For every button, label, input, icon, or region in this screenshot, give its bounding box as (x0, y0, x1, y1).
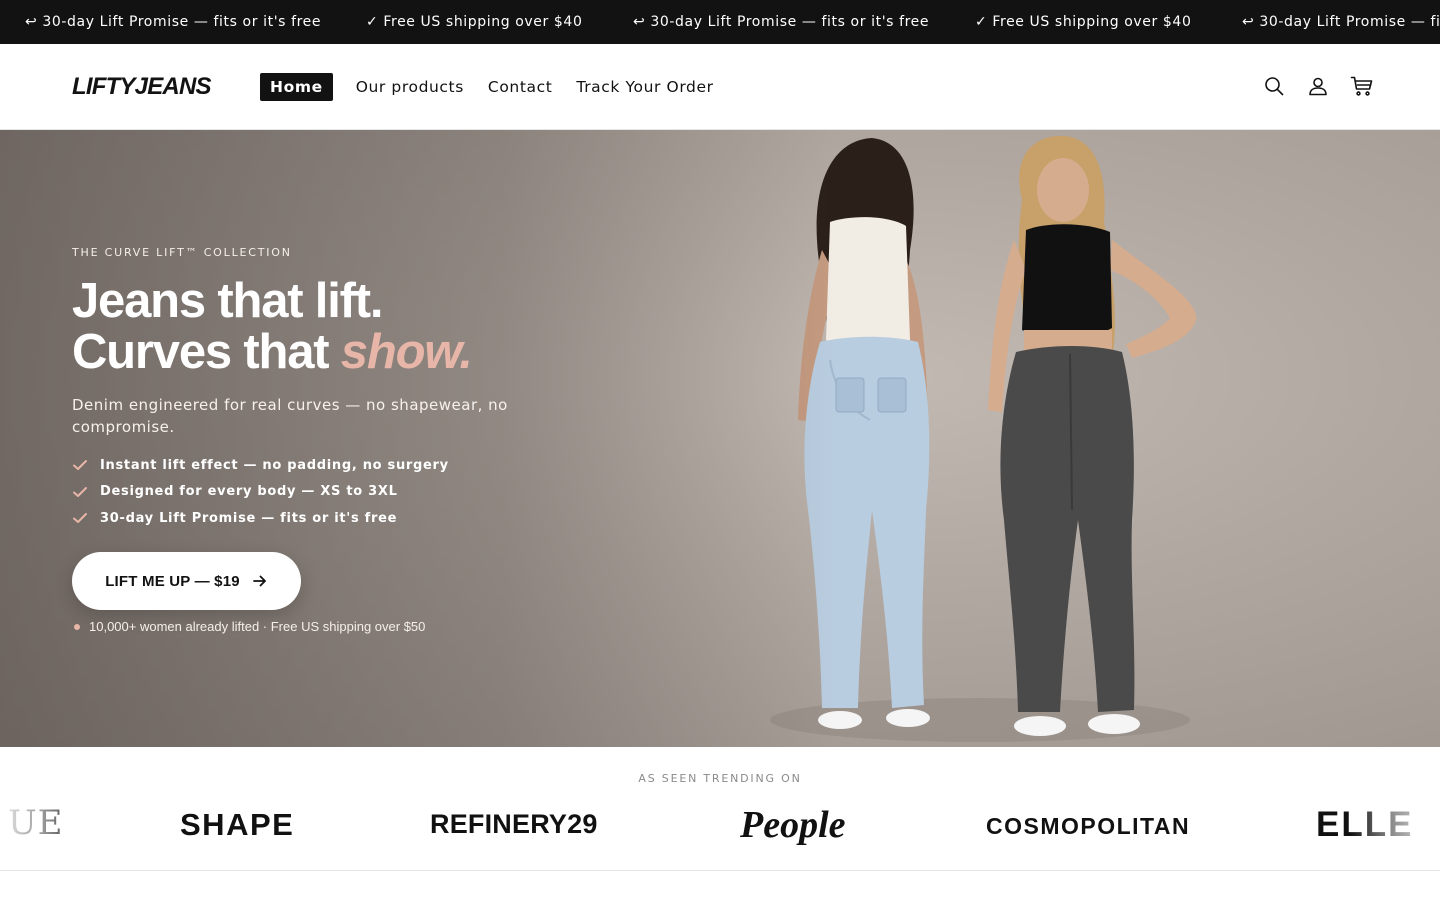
hero-overlay (0, 130, 1440, 747)
header-icons (1262, 74, 1374, 98)
fade-left (0, 747, 90, 870)
announcement-item: ↩ 30-day Lift Promise — fits or it's fre… (25, 14, 322, 30)
hero-banner: THE CURVE LIFT™ COLLECTION Jeans that li… (0, 130, 1440, 747)
site-header: LIFTYJEANS Home Our products Contact Tra… (0, 44, 1440, 130)
announcement-item: ↩ 30-day Lift Promise — fits or it's fre… (633, 14, 930, 30)
benefit-item: 30-day Lift Promise — fits or it's free (72, 505, 449, 532)
announcement-item: ✓ Free US shipping over $40 (366, 14, 583, 30)
cta-label: LIFT ME UP — $19 (105, 572, 240, 590)
social-proof: 10,000+ women already lifted · Free US s… (74, 619, 425, 634)
check-icon (73, 460, 87, 471)
benefit-text: 30-day Lift Promise — fits or it's free (100, 510, 398, 526)
status-dot (74, 623, 80, 630)
announcement-item: ✓ Free US shipping over $40 (975, 14, 1192, 30)
brand-logo[interactable]: LIFTYJEANS (72, 73, 211, 101)
nav-home[interactable]: Home (260, 73, 333, 101)
hero-headline: Jeans that lift. Curves that show. (72, 274, 473, 379)
cart-icon[interactable] (1350, 74, 1374, 98)
nav-track-order[interactable]: Track Your Order (576, 73, 713, 101)
search-icon[interactable] (1262, 74, 1286, 98)
press-logo-people: People (740, 804, 846, 846)
headline-accent: show. (340, 325, 473, 379)
fade-right (1350, 747, 1440, 870)
hero-subtext: Denim engineered for real curves — no sh… (72, 396, 508, 436)
press-logo-shape: SHAPE (180, 807, 295, 842)
account-icon[interactable] (1306, 74, 1330, 98)
announcement-item: ↩ 30-day Lift Promise — fits (1242, 14, 1440, 30)
main-nav: Home Our products Contact Track Your Ord… (260, 73, 738, 101)
benefit-text: Instant lift effect — no padding, no sur… (100, 457, 449, 473)
headline-line-2: Curves that (72, 325, 341, 379)
press-logo-cosmopolitan: COSMOPOLITAN (986, 813, 1191, 839)
press-bar: AS SEEN TRENDING ON UE SHAPE REFINERY29 … (0, 747, 1440, 871)
nav-contact[interactable]: Contact (488, 73, 553, 101)
benefit-list: Instant lift effect — no padding, no sur… (72, 452, 449, 532)
check-icon (73, 486, 87, 497)
benefit-item: Instant lift effect — no padding, no sur… (72, 452, 449, 479)
hero-eyebrow: THE CURVE LIFT™ COLLECTION (72, 246, 292, 259)
benefit-item: Designed for every body — XS to 3XL (72, 479, 449, 506)
press-label: AS SEEN TRENDING ON (638, 772, 802, 785)
arrow-right-icon (252, 575, 266, 587)
social-proof-text: 10,000+ women already lifted · Free US s… (89, 619, 426, 634)
headline-line-1: Jeans that lift. (72, 274, 383, 328)
announcement-bar: ↩ 30-day Lift Promise — fits or it's fre… (0, 0, 1440, 44)
check-icon (73, 513, 87, 524)
benefit-text: Designed for every body — XS to 3XL (100, 484, 398, 500)
press-logo-refinery29: REFINERY29 (430, 809, 598, 839)
nav-our-products[interactable]: Our products (356, 73, 464, 101)
lift-me-up-button[interactable]: LIFT ME UP — $19 (72, 552, 301, 610)
